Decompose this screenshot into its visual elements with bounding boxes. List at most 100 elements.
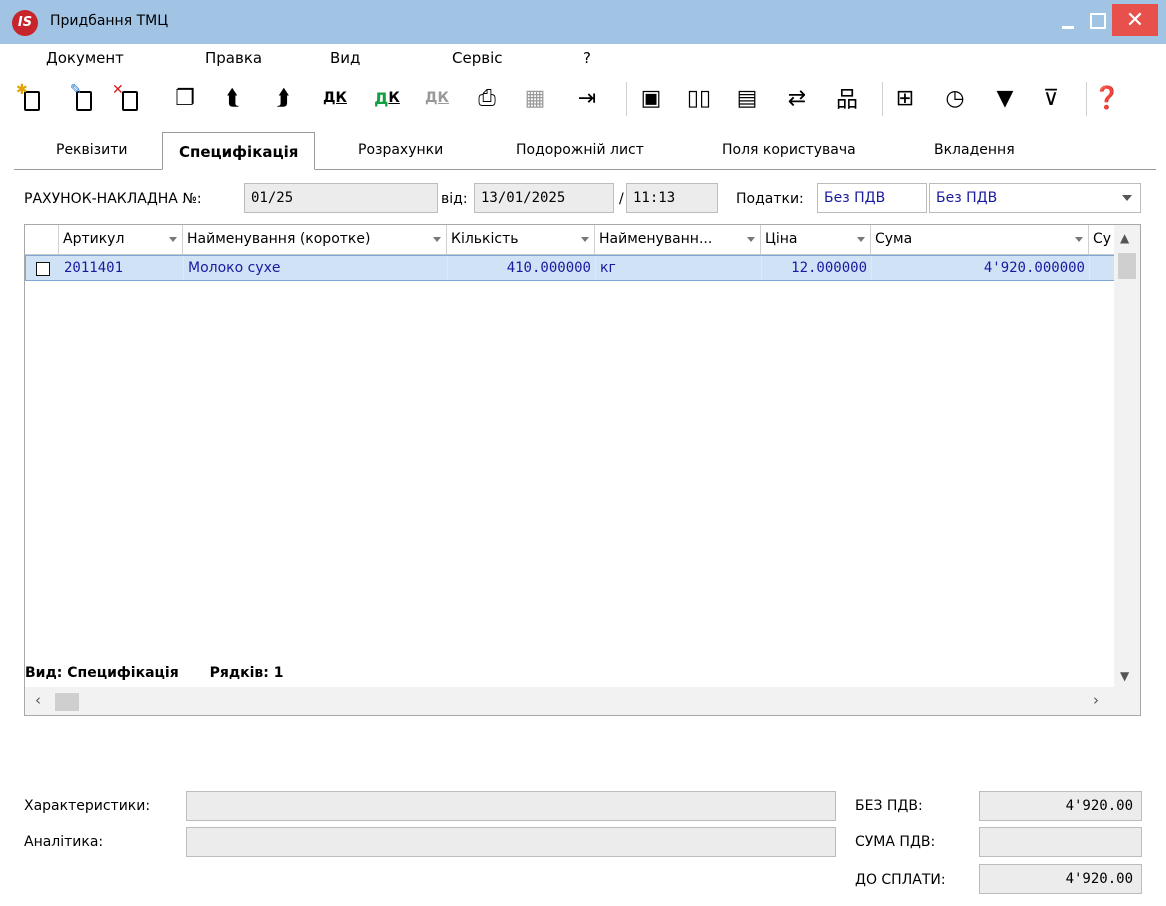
folder-icon[interactable]: ▤ <box>732 82 762 114</box>
tab-waybill[interactable]: Подорожній лист <box>516 142 644 158</box>
specification-grid: Артикул Найменування (коротке) Кількість… <box>24 224 1141 716</box>
characteristics-label: Характеристики: <box>24 798 151 814</box>
toolbar-separator <box>882 82 883 116</box>
book-icon[interactable]: ▯▯ <box>684 82 714 114</box>
column-sum-vat[interactable]: Су <box>1089 225 1115 255</box>
tab-requisites[interactable]: Реквізити <box>56 142 127 158</box>
to-pay-value: 4'920.00 <box>979 864 1142 894</box>
characteristics-field[interactable] <box>186 791 836 821</box>
date-label: від: <box>441 191 468 207</box>
invoice-number-field[interactable]: 01/25 <box>244 183 438 213</box>
date-field[interactable]: 13/01/2025 <box>474 183 614 213</box>
chevron-down-icon <box>1122 195 1132 201</box>
upload-icon[interactable]: ⮭ <box>268 82 298 114</box>
filter-arrow-icon[interactable] <box>1075 237 1083 242</box>
time-separator: / <box>619 191 624 207</box>
status-view: Вид: Специфікація <box>25 665 179 681</box>
exit-icon[interactable]: ⇥ <box>572 82 602 114</box>
cell-quantity: 410.000000 <box>448 256 596 280</box>
vat-sum-label: СУМА ПДВ: <box>855 834 936 850</box>
horizontal-scrollbar[interactable]: ‹ › <box>25 687 1140 715</box>
column-checkbox <box>25 225 59 255</box>
dk-post-green-icon[interactable]: ДК <box>372 82 402 114</box>
grid-status: Вид: Специфікація Рядків: 1 <box>25 665 284 681</box>
save-icon[interactable]: ▣ <box>636 82 666 114</box>
menu-bar: Документ Правка Вид Сервіс ? <box>0 44 1166 74</box>
tab-calculations[interactable]: Розрахунки <box>358 142 443 158</box>
toolbar: ✱ ✎ ✕ ❐ ⮬ ⮭ ДК ДК ДК ⎙ ▦ ⇥ ▣ ▯▯ ▤ ⇄ 品 ⊞ … <box>0 76 1166 120</box>
menu-document[interactable]: Документ <box>46 49 124 67</box>
filter-arrow-icon[interactable] <box>747 237 755 242</box>
new-icon[interactable]: ✱ <box>14 82 44 114</box>
toolbar-separator <box>1086 82 1087 116</box>
cell-price: 12.000000 <box>762 256 872 280</box>
grid-header: Артикул Найменування (коротке) Кількість… <box>25 225 1115 255</box>
no-vat-value: 4'920.00 <box>979 791 1142 821</box>
app-logo-icon: IS <box>12 10 38 36</box>
tax-select-value: Без ПДВ <box>936 190 998 206</box>
filter-arrow-icon[interactable] <box>581 237 589 242</box>
menu-service[interactable]: Сервіс <box>452 49 502 67</box>
filter-icon[interactable]: ▼ <box>990 82 1020 114</box>
cell-article: 2011401 <box>60 256 184 280</box>
title-bar: IS Придбання ТМЦ ✕ <box>0 0 1166 44</box>
vat-sum-value <box>979 827 1142 857</box>
up-icon[interactable]: ⮬ <box>218 82 248 114</box>
toolbar-separator <box>626 82 627 116</box>
analytics-field[interactable] <box>186 827 836 857</box>
column-name[interactable]: Найменування (коротке) <box>183 225 447 255</box>
column-article[interactable]: Артикул <box>59 225 183 255</box>
filter-arrow-icon[interactable] <box>857 237 865 242</box>
scrollbar-thumb[interactable] <box>1118 253 1136 279</box>
copy-icon[interactable]: ❐ <box>170 82 200 114</box>
close-icon: ✕ <box>1125 7 1145 33</box>
print-icon[interactable]: ⎙ <box>472 82 502 114</box>
tab-specification[interactable]: Специфікація <box>162 132 316 170</box>
dk-gray-icon[interactable]: ДК <box>422 82 452 114</box>
clear-filter-icon[interactable]: ⊽ <box>1036 82 1066 114</box>
close-button[interactable]: ✕ <box>1112 4 1158 36</box>
filter-arrow-icon[interactable] <box>169 237 177 242</box>
analytics-label: Аналітика: <box>24 834 104 850</box>
table-icon[interactable]: ⊞ <box>890 82 920 114</box>
delete-icon[interactable]: ✕ <box>112 82 142 114</box>
filter-arrow-icon[interactable] <box>433 237 441 242</box>
menu-help[interactable]: ? <box>583 49 591 67</box>
help-icon[interactable]: ❓ <box>1092 82 1122 114</box>
invoice-label: РАХУНОК-НАКЛАДНА №: <box>24 191 202 207</box>
excel-icon[interactable]: ▦ <box>520 82 550 114</box>
tab-bar: Реквізити Специфікація Розрахунки Подоро… <box>0 128 1166 172</box>
transfer-icon[interactable]: ⇄ <box>782 82 812 114</box>
window-title: Придбання ТМЦ <box>50 13 169 29</box>
scrollbar-thumb[interactable] <box>55 693 79 711</box>
no-vat-label: БЕЗ ПДВ: <box>855 798 923 814</box>
scroll-right-icon[interactable]: › <box>1093 691 1099 709</box>
row-checkbox[interactable] <box>36 262 50 276</box>
scroll-left-icon[interactable]: ‹ <box>35 691 41 709</box>
column-price[interactable]: Ціна <box>761 225 871 255</box>
vertical-scrollbar[interactable]: ▲ ▼ <box>1114 225 1140 687</box>
edit-icon[interactable]: ✎ <box>66 82 96 114</box>
tab-user-fields[interactable]: Поля користувача <box>722 142 856 158</box>
to-pay-label: ДО СПЛАТИ: <box>855 872 946 888</box>
tab-attachments[interactable]: Вкладення <box>934 142 1015 158</box>
scroll-down-icon[interactable]: ▼ <box>1120 669 1129 683</box>
menu-edit[interactable]: Правка <box>205 49 262 67</box>
cell-unit: кг <box>596 256 762 280</box>
column-sum[interactable]: Сума <box>871 225 1089 255</box>
column-unit-name[interactable]: Найменуванн... <box>595 225 761 255</box>
column-quantity[interactable]: Кількість <box>447 225 595 255</box>
status-rows: Рядків: 1 <box>209 665 284 681</box>
cell-sum: 4'920.000000 <box>872 256 1090 280</box>
menu-view[interactable]: Вид <box>330 49 360 67</box>
scroll-up-icon[interactable]: ▲ <box>1120 231 1129 245</box>
history-icon[interactable]: ◷ <box>940 82 970 114</box>
time-field[interactable]: 11:13 <box>626 183 718 213</box>
dk-post-icon[interactable]: ДК <box>320 82 350 114</box>
tree-icon[interactable]: 品 <box>832 82 862 114</box>
cell-name: Молоко сухе <box>184 256 448 280</box>
tax-select[interactable]: Без ПДВ <box>929 183 1141 213</box>
taxes-label: Податки: <box>736 191 804 207</box>
tax-code-field[interactable]: Без ПДВ <box>817 183 927 213</box>
table-row[interactable]: 2011401 Молоко сухе 410.000000 кг 12.000… <box>25 255 1115 281</box>
